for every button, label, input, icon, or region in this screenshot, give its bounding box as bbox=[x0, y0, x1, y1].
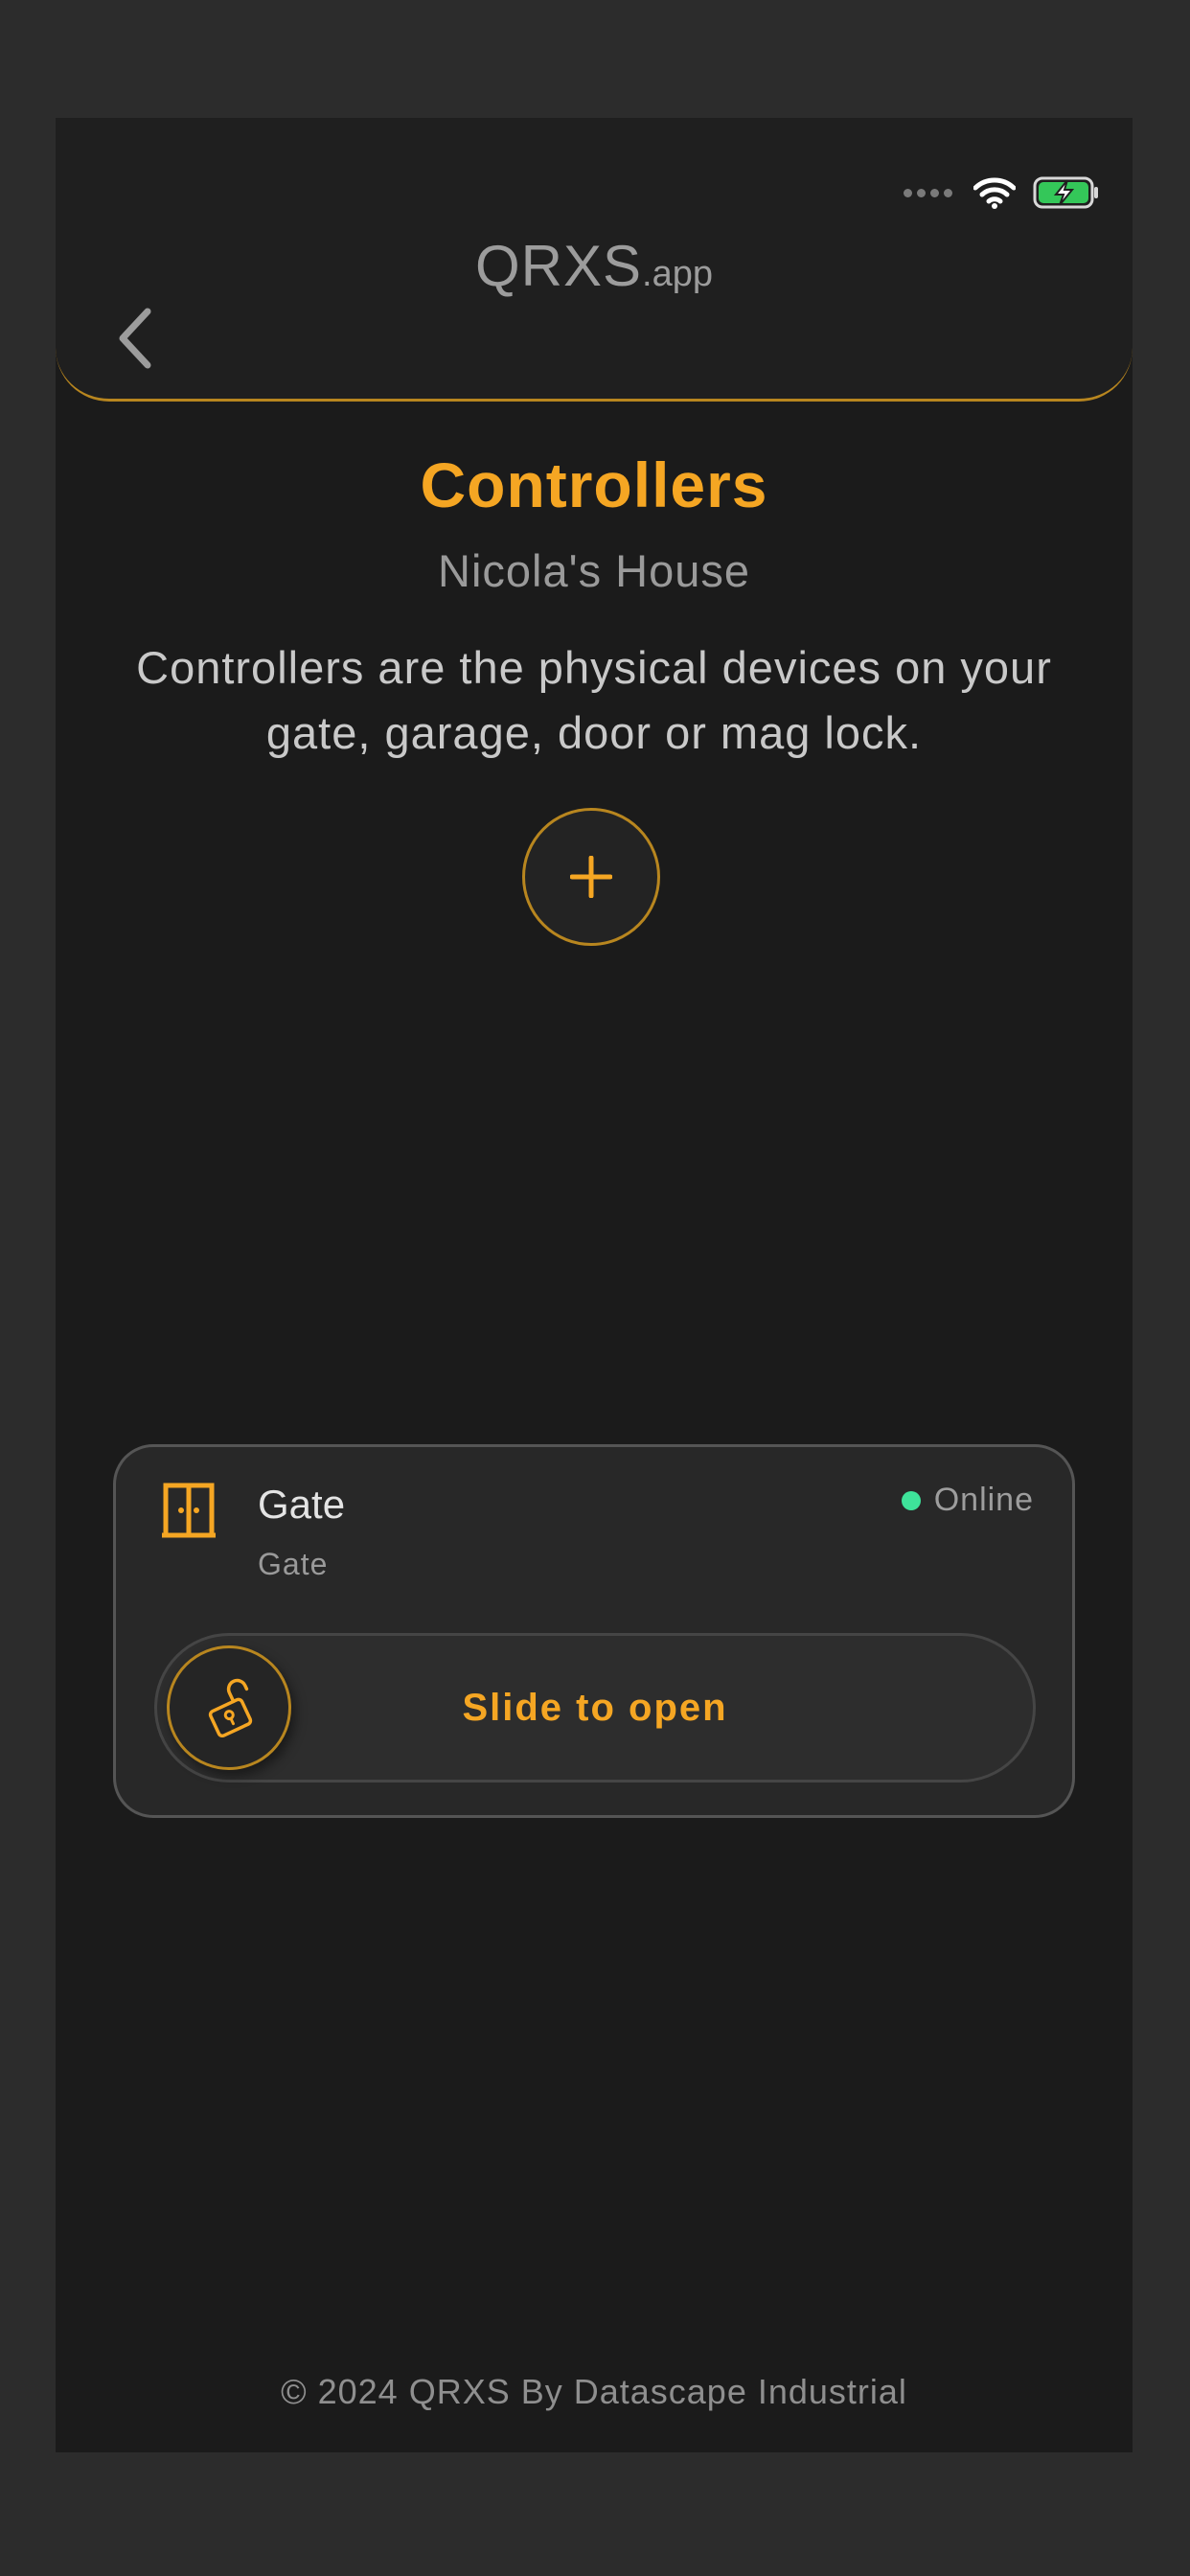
slide-to-open-slider[interactable]: Slide to open bbox=[154, 1633, 1036, 1782]
status-badge: Online bbox=[901, 1482, 1034, 1519]
app-name-suffix: .app bbox=[642, 254, 713, 294]
controller-type: Gate bbox=[258, 1547, 329, 1581]
controller-name: Gate bbox=[258, 1482, 346, 1527]
door-icon bbox=[160, 1482, 217, 1539]
status-label: Online bbox=[933, 1482, 1034, 1518]
chevron-left-icon bbox=[119, 308, 151, 369]
app-name: QRXS bbox=[474, 234, 643, 298]
back-button[interactable] bbox=[107, 300, 165, 377]
online-status-dot bbox=[901, 1490, 921, 1510]
signal-dots-icon bbox=[904, 188, 952, 197]
status-bar bbox=[904, 175, 1100, 210]
app-header: QRXS.app bbox=[56, 118, 1133, 402]
controller-card[interactable]: Gate Gate Online Slide to open bbox=[113, 1444, 1075, 1818]
wifi-icon bbox=[973, 176, 1016, 209]
add-controller-button[interactable] bbox=[522, 808, 660, 946]
plus-icon bbox=[570, 856, 612, 898]
app-screen: QRXS.app Controllers Nicola's House Cont… bbox=[56, 118, 1133, 2452]
page-description: Controllers are the physical devices on … bbox=[136, 642, 1052, 758]
page-title: Controllers bbox=[420, 449, 768, 520]
battery-charging-icon bbox=[1033, 175, 1100, 210]
unlock-icon bbox=[208, 1678, 253, 1737]
slider-handle[interactable] bbox=[167, 1645, 291, 1770]
footer-copyright: © 2024 QRXS By Datascape Industrial bbox=[281, 2372, 907, 2411]
app-title: QRXS.app bbox=[56, 233, 1133, 299]
house-name: Nicola's House bbox=[438, 545, 750, 596]
